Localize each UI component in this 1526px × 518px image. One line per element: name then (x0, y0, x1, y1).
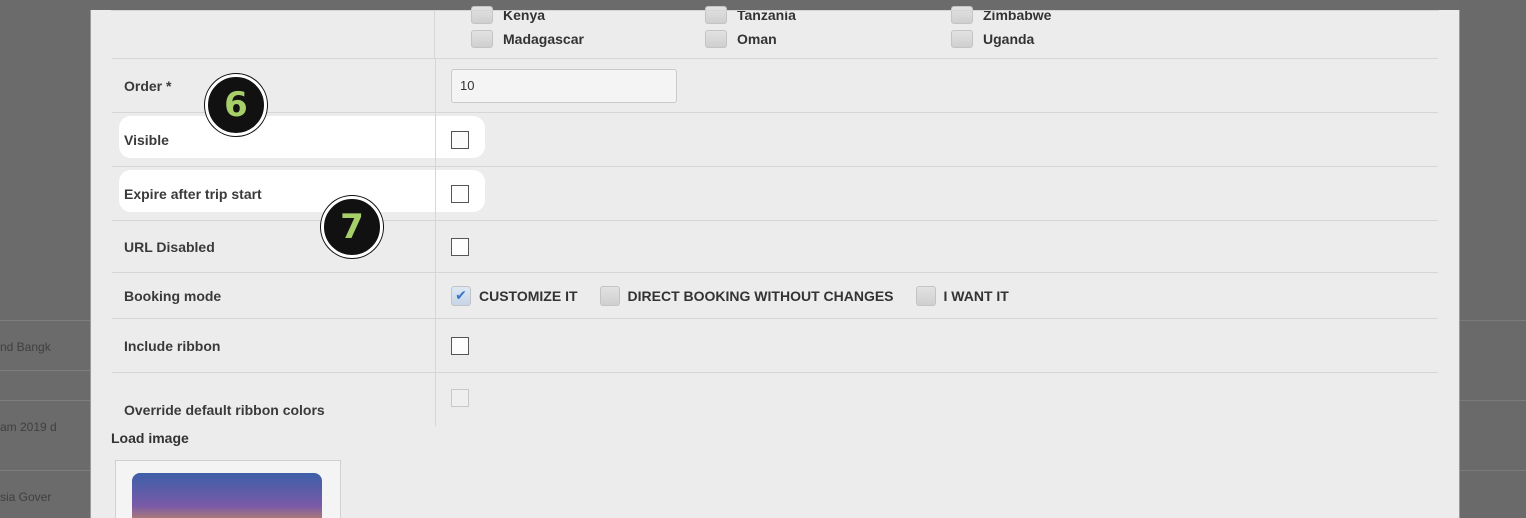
load-image-label: Load image (111, 430, 189, 446)
booking-option-direct[interactable]: DIRECT BOOKING WITHOUT CHANGES (628, 288, 894, 304)
row-booking-mode: Booking mode ✔ CUSTOMIZE IT DIRECT BOOKI… (112, 272, 1438, 318)
checkbox-icon[interactable] (705, 30, 727, 48)
check-icon[interactable]: ✔ (451, 285, 471, 306)
checkbox-icon[interactable] (599, 285, 620, 306)
url-disabled-label: URL Disabled (112, 221, 436, 272)
background-right-panel (1460, 0, 1526, 518)
background-snippet: sia Gover (0, 490, 52, 504)
row-expire: Expire after trip start (112, 166, 1438, 220)
include-ribbon-checkbox[interactable] (451, 336, 469, 355)
country-label: Uganda (983, 31, 1035, 47)
checkbox-icon[interactable] (705, 6, 727, 24)
row-override-ribbon: Override default ribbon colors (112, 372, 1438, 426)
country-option-madagascar[interactable]: Madagascar (471, 30, 584, 48)
edit-modal: Kenya Tanzania Zimbabwe Madagascar Oman … (90, 6, 1460, 518)
country-label: Oman (737, 31, 777, 47)
override-ribbon-label: Override default ribbon colors (112, 373, 436, 426)
image-thumbnail (132, 473, 322, 518)
country-option-oman[interactable]: Oman (705, 30, 777, 48)
include-ribbon-label: Include ribbon (112, 319, 436, 372)
countries-checklist: Kenya Tanzania Zimbabwe Madagascar Oman … (111, 6, 1439, 58)
checkbox-icon[interactable] (915, 285, 936, 306)
override-ribbon-checkbox (451, 389, 469, 407)
step-badge-6: 6 (205, 74, 267, 136)
country-option-uganda[interactable]: Uganda (951, 30, 1034, 48)
background-snippet: nd Bangk (0, 340, 51, 354)
row-order: Order * (112, 58, 1438, 112)
booking-option-want[interactable]: I WANT IT (944, 288, 1009, 304)
checkbox-icon[interactable] (951, 6, 973, 24)
booking-option-customize[interactable]: CUSTOMIZE IT (479, 288, 578, 304)
expire-label: Expire after trip start (112, 167, 436, 220)
visible-label: Visible (112, 113, 436, 166)
booking-mode-label: Booking mode (112, 273, 436, 318)
row-include-ribbon: Include ribbon (112, 318, 1438, 372)
order-label: Order * (112, 59, 436, 112)
image-preview-frame[interactable] (115, 460, 341, 518)
order-input[interactable] (451, 68, 677, 103)
country-label: Madagascar (503, 31, 584, 47)
step-badge-7: 7 (321, 196, 383, 258)
row-visible: Visible (112, 112, 1438, 166)
country-option-kenya[interactable]: Kenya (471, 6, 545, 24)
row-url-disabled: URL Disabled (112, 220, 1438, 272)
expire-checkbox[interactable] (451, 184, 469, 203)
country-option-zimbabwe[interactable]: Zimbabwe (951, 6, 1051, 24)
visible-checkbox[interactable] (451, 130, 469, 149)
form-table: Order * Visible Expire after trip start … (111, 10, 1439, 426)
url-disabled-checkbox[interactable] (451, 237, 469, 256)
background-snippet: am 2019 d (0, 420, 57, 434)
country-option-tanzania[interactable]: Tanzania (705, 6, 796, 24)
checkbox-icon[interactable] (471, 30, 493, 48)
checkbox-icon[interactable] (951, 30, 973, 48)
checkbox-icon[interactable] (471, 6, 493, 24)
